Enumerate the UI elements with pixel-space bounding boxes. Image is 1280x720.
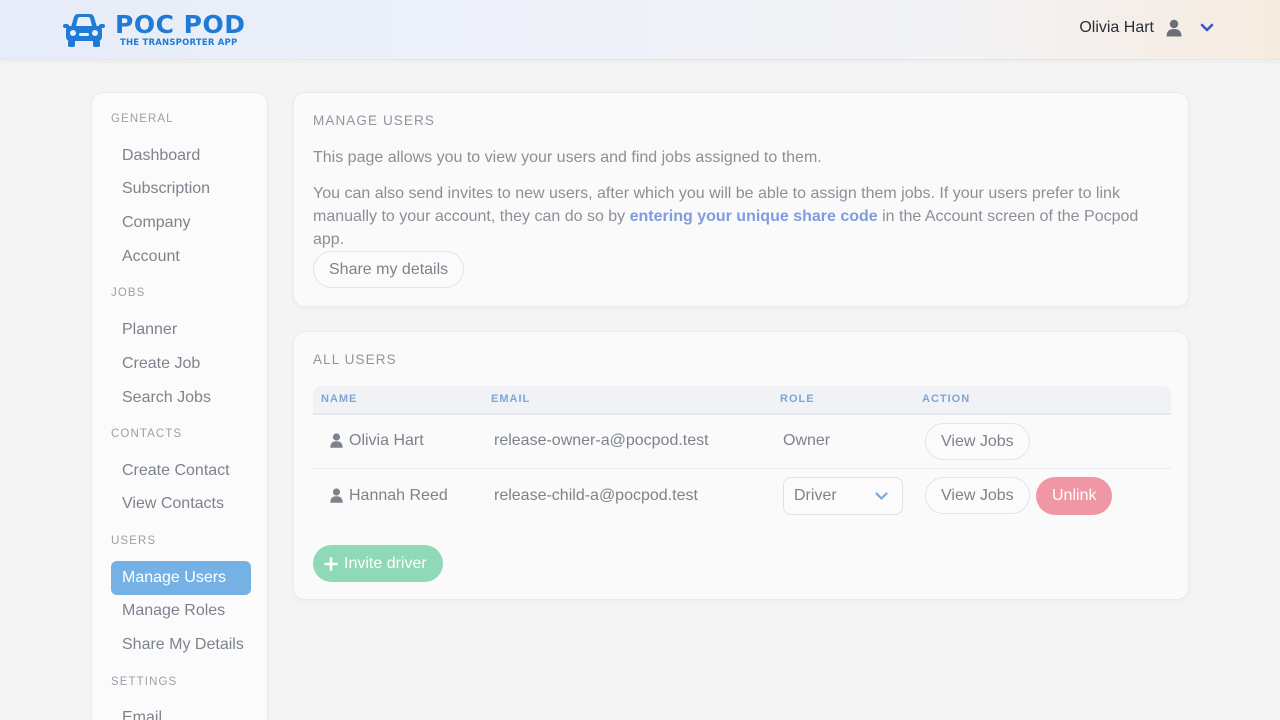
app-logo[interactable]: POC POD THE TRANSPORTER APP xyxy=(63,11,245,49)
sidebar-item-manage-roles[interactable]: Manage Roles xyxy=(111,594,251,628)
user-icon xyxy=(1166,19,1182,37)
column-header-action: ACTION xyxy=(922,393,971,405)
user-email-cell: release-child-a@pocpod.test xyxy=(494,487,698,504)
sidebar-section-general: GENERAL xyxy=(111,113,174,125)
user-name-cell: Hannah Reed xyxy=(349,487,448,504)
all-users-card: ALL USERS NAME EMAIL ROLE ACTION Olivia … xyxy=(293,331,1189,600)
share-my-details-button[interactable]: Share my details xyxy=(313,251,465,288)
table-row: Olivia Hart release-owner-a@pocpod.test … xyxy=(313,415,1171,469)
sidebar-item-company[interactable]: Company xyxy=(111,206,251,240)
sidebar-item-manage-users[interactable]: Manage Users xyxy=(111,561,251,595)
sidebar-item-dashboard[interactable]: Dashboard xyxy=(111,139,251,173)
user-name: Olivia Hart xyxy=(1079,19,1154,36)
person-icon xyxy=(330,488,343,503)
table-row: Hannah Reed release-child-a@pocpod.test … xyxy=(313,469,1171,523)
user-name-cell: Olivia Hart xyxy=(349,432,424,449)
chevron-down-icon[interactable] xyxy=(1200,23,1214,33)
sidebar-item-create-job[interactable]: Create Job xyxy=(111,347,251,381)
users-table-header: NAME EMAIL ROLE ACTION xyxy=(313,386,1171,415)
role-select[interactable]: Driver xyxy=(783,477,903,515)
user-email-cell: release-owner-a@pocpod.test xyxy=(494,432,709,449)
manage-users-title: MANAGE USERS xyxy=(313,113,435,128)
role-select-value: Driver xyxy=(794,487,837,504)
top-bar: POC POD THE TRANSPORTER APP Olivia Hart xyxy=(0,0,1280,60)
sidebar-section-jobs: JOBS xyxy=(111,287,146,299)
car-logo-icon xyxy=(63,14,105,47)
unlink-button[interactable]: Unlink xyxy=(1036,477,1113,515)
invite-driver-label: Invite driver xyxy=(344,555,427,572)
chevron-down-icon xyxy=(875,492,888,500)
brand-subtitle: THE TRANSPORTER APP xyxy=(120,38,238,48)
brand-title: POC POD xyxy=(115,10,246,39)
sidebar-item-email[interactable]: Email xyxy=(111,701,251,720)
sidebar-item-subscription[interactable]: Subscription xyxy=(111,172,251,206)
all-users-title: ALL USERS xyxy=(313,352,397,367)
sidebar-item-search-jobs[interactable]: Search Jobs xyxy=(111,381,251,415)
share-code-link[interactable]: entering your unique share code xyxy=(630,208,878,225)
person-icon xyxy=(330,433,343,448)
sidebar-item-account[interactable]: Account xyxy=(111,240,251,274)
view-jobs-button[interactable]: View Jobs xyxy=(925,477,1030,514)
column-header-name: NAME xyxy=(321,393,358,405)
sidebar-item-view-contacts[interactable]: View Contacts xyxy=(111,487,251,521)
intro-paragraph: This page allows you to view your users … xyxy=(313,149,822,166)
sidebar-item-share-my-details[interactable]: Share My Details xyxy=(111,628,251,662)
sidebar-section-contacts: CONTACTS xyxy=(111,428,183,440)
plus-icon xyxy=(324,556,338,571)
column-header-email: EMAIL xyxy=(491,393,531,405)
sidebar-item-create-contact[interactable]: Create Contact xyxy=(111,454,251,488)
column-header-role: ROLE xyxy=(780,393,815,405)
sidebar-section-users: USERS xyxy=(111,535,157,547)
sidebar: GENERAL Dashboard Subscription Company A… xyxy=(91,92,268,720)
user-menu[interactable]: Olivia Hart xyxy=(1079,19,1214,37)
view-jobs-button[interactable]: View Jobs xyxy=(925,423,1030,460)
user-role-cell: Owner xyxy=(783,432,831,449)
invite-driver-button[interactable]: Invite driver xyxy=(313,545,443,582)
manage-users-card: MANAGE USERS This page allows you to vie… xyxy=(293,92,1189,307)
invite-paragraph: You can also send invites to new users, … xyxy=(313,182,1173,251)
sidebar-section-settings: SETTINGS xyxy=(111,676,178,688)
sidebar-item-planner[interactable]: Planner xyxy=(111,313,251,347)
